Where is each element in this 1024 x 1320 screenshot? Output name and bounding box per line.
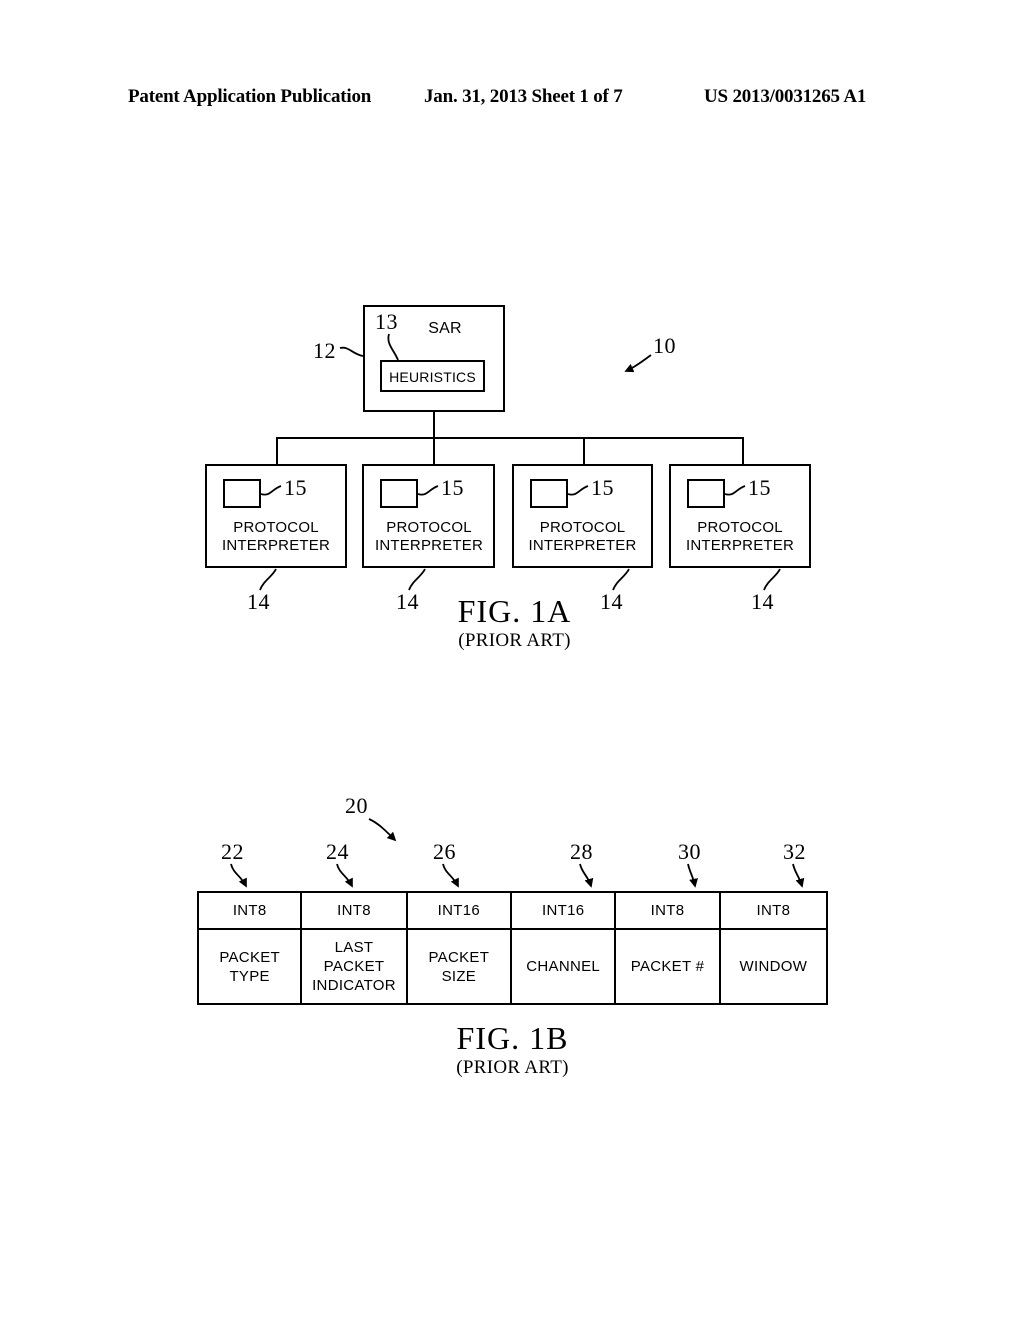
packet-header-ref: 20	[345, 793, 368, 818]
sar-block-label: SAR	[428, 320, 462, 337]
field-ref-30: 30	[678, 839, 701, 864]
figure-1b-caption: FIG. 1B (PRIOR ART)	[390, 1020, 635, 1080]
leader-line-overlay	[230, 333, 805, 888]
packet-header-table: INT8 PACKET TYPE INT8 LAST PACKET INDICA…	[197, 891, 828, 1005]
field-name: LAST PACKET INDICATOR	[312, 939, 396, 994]
sar-heuristics-ref: 13	[375, 309, 398, 334]
protocol-interpreter-3-module-ref: 15	[591, 475, 614, 500]
leader-12	[339, 346, 364, 357]
interpreter-drop-3	[583, 437, 585, 464]
packet-field-column: INT8 LAST PACKET INDICATOR	[302, 893, 408, 1003]
protocol-interpreter-4-module	[687, 479, 725, 508]
leader-30	[687, 863, 698, 888]
field-ref-28: 28	[570, 839, 593, 864]
protocol-interpreter-3-module	[530, 479, 568, 508]
protocol-interpreter-1-label: PROTOCOL INTERPRETER	[221, 519, 331, 554]
packet-field-column: INT16 PACKET SIZE	[407, 893, 513, 1003]
field-type: INT16	[407, 893, 511, 930]
field-ref-22: 22	[221, 839, 244, 864]
page-header: Patent Application Publication Jan. 31, …	[0, 86, 1024, 112]
field-name: CHANNEL	[526, 958, 601, 975]
figure-1a-title: FIG. 1A	[457, 593, 572, 629]
leader-22	[230, 863, 247, 888]
figure-1a-caption: FIG. 1A (PRIOR ART)	[392, 593, 637, 653]
protocol-interpreter-1-ref: 14	[247, 589, 270, 614]
protocol-interpreter-1-module-ref: 15	[284, 475, 307, 500]
field-type: INT16	[512, 893, 615, 930]
packet-field-column: INT8 PACKET #	[616, 893, 721, 1003]
leader-32	[792, 863, 805, 888]
protocol-interpreter-4-module-ref: 15	[748, 475, 771, 500]
packet-field-column: INT16 CHANNEL	[512, 893, 617, 1003]
field-name: PACKET #	[630, 958, 705, 975]
packet-field-column: INT8 PACKET TYPE	[199, 893, 303, 1003]
leader-14-1	[259, 568, 277, 591]
leader-14-4	[763, 568, 781, 591]
field-ref-32: 32	[783, 839, 806, 864]
sar-block-ref: 12	[313, 338, 336, 363]
field-type: INT8	[199, 893, 301, 930]
leader-14-2	[408, 568, 426, 591]
interpreter-drop-1	[276, 437, 278, 464]
protocol-interpreter-2-module	[380, 479, 418, 508]
publication-number: US 2013/0031265 A1	[704, 86, 867, 107]
field-ref-26: 26	[433, 839, 456, 864]
protocol-interpreter-3-label: PROTOCOL INTERPRETER	[528, 519, 637, 554]
leader-14-3	[612, 568, 630, 591]
interpreter-drop-2	[433, 437, 435, 464]
interpreter-drop-4	[742, 437, 744, 464]
leader-24	[336, 863, 353, 888]
sar-stem-connector	[433, 412, 435, 439]
figure-1b-subtitle: (PRIOR ART)	[456, 1057, 569, 1078]
protocol-interpreter-2-label: PROTOCOL INTERPRETER	[374, 519, 484, 554]
system-ref: 10	[653, 333, 676, 358]
protocol-interpreter-4-label: PROTOCOL INTERPRETER	[685, 519, 795, 554]
protocol-interpreter-1-module	[223, 479, 261, 508]
interpreter-bus	[276, 437, 744, 439]
leader-10	[624, 354, 652, 373]
field-type: INT8	[302, 893, 406, 930]
protocol-interpreter-4-ref: 14	[751, 589, 774, 614]
leader-20	[368, 818, 397, 842]
protocol-interpreter-2-module-ref: 15	[441, 475, 464, 500]
leader-28	[579, 863, 594, 888]
figure-1b-title: FIG. 1B	[456, 1020, 569, 1056]
packet-field-column: INT8 WINDOW	[720, 893, 827, 1003]
publication-date-sheet: Jan. 31, 2013 Sheet 1 of 7	[424, 86, 623, 107]
field-name: PACKET TYPE	[219, 948, 281, 985]
figure-1a-subtitle: (PRIOR ART)	[458, 630, 571, 651]
field-name: WINDOW	[739, 958, 808, 975]
publication-type-label: Patent Application Publication	[128, 86, 372, 107]
field-name: PACKET SIZE	[428, 948, 490, 985]
field-ref-24: 24	[326, 839, 349, 864]
leader-26	[442, 863, 459, 888]
heuristics-label: HEURISTICS	[389, 369, 476, 385]
field-type: INT8	[616, 893, 719, 930]
field-type: INT8	[720, 893, 827, 930]
